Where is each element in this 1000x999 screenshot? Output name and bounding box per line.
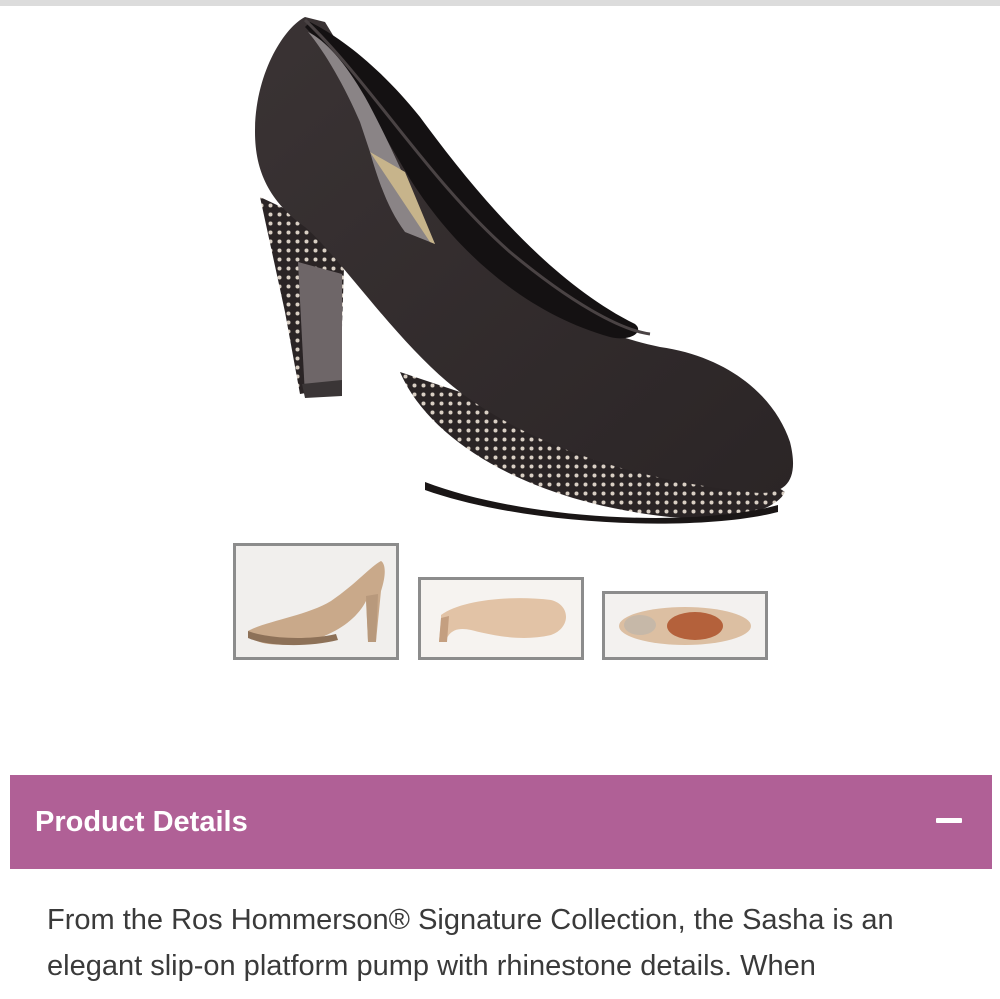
minus-icon[interactable] <box>936 817 962 823</box>
top-divider <box>0 0 1000 6</box>
thumbnail-top-view[interactable] <box>602 591 768 660</box>
thumbnail-side-view[interactable] <box>233 543 399 660</box>
thumbnail-sole-view[interactable] <box>418 577 584 660</box>
product-details-title: Product Details <box>35 805 248 838</box>
product-details-header[interactable]: Product Details <box>10 775 992 869</box>
product-description: From the Ros Hommerson® Signature Collec… <box>47 904 894 982</box>
main-product-image[interactable] <box>230 12 810 532</box>
